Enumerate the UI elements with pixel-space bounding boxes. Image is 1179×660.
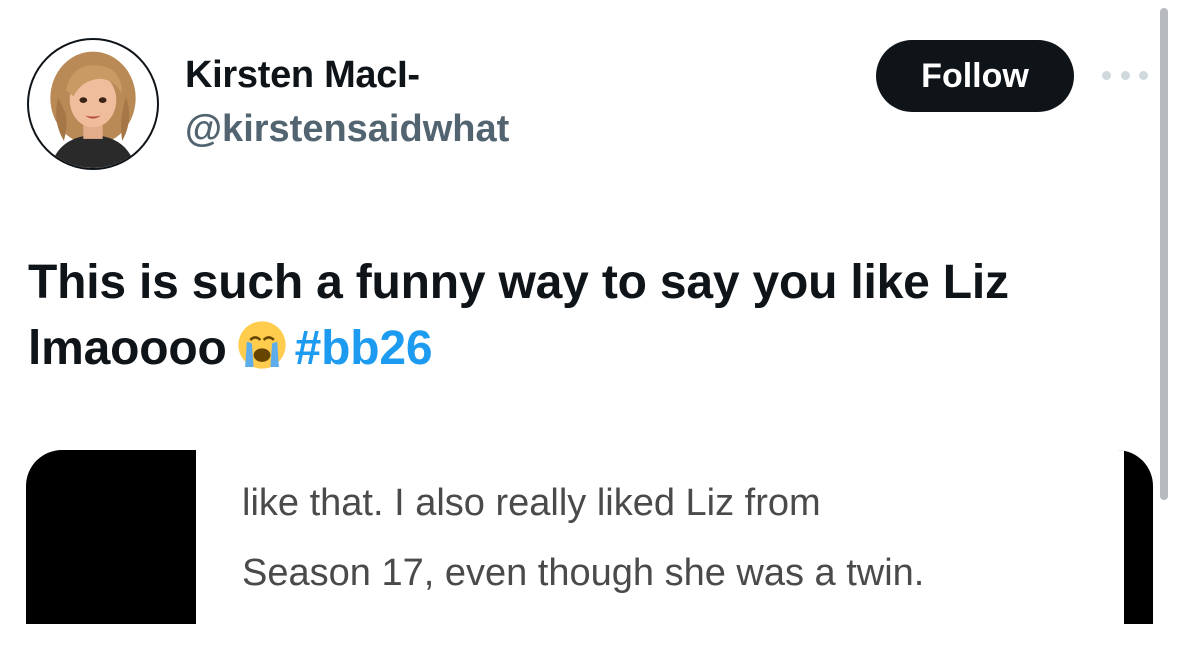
more-dot [1102,70,1111,80]
more-dot [1139,70,1148,80]
author-handle[interactable]: @kirstensaidwhat [185,108,509,151]
screenshot-text-line: like that. I also really liked Liz from [242,482,821,524]
avatar[interactable] [27,38,159,170]
more-dot [1120,70,1130,80]
follow-button[interactable]: Follow [876,40,1074,112]
screenshot-text-line: Season 17, even though she was a twin. [242,552,925,594]
screenshot-text-area: like that. I also really liked Liz from … [196,450,1124,624]
screenshot-text: like that. I also really liked Liz from … [242,468,954,624]
hashtag-link[interactable]: #bb26 [295,322,433,375]
embedded-image[interactable]: like that. I also really liked Liz from … [26,450,1153,624]
tweet-view: Kirsten MacI- @kirstensaidwhat Follow Th… [0,0,1179,660]
loudly-crying-face-icon [237,321,286,369]
tweet-text: This is such a funny way to say you like… [28,250,1128,382]
tweet-text-word: lmaoooo [28,322,227,375]
tweet-text-line: lmaoooo #bb26 [28,316,1128,382]
scrollbar[interactable] [1160,8,1168,500]
more-horizontal-icon[interactable] [1102,64,1148,86]
avatar-illustration [50,51,136,168]
author-display-name[interactable]: Kirsten MacI- [185,54,420,97]
screenshot-text-line: She was from Miami, just like me, and sh… [242,608,954,624]
tweet-text-line: This is such a funny way to say you like… [28,256,1009,309]
